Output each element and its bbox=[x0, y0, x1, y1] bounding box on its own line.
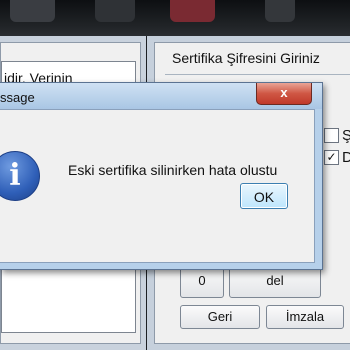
option-checkbox-2-label: D bbox=[342, 149, 350, 166]
option-checkbox-1-label: Ş bbox=[342, 127, 350, 144]
taskbar-thumbnail bbox=[95, 0, 135, 22]
close-icon: x bbox=[280, 85, 288, 100]
dialog-close-button[interactable]: x bbox=[256, 83, 312, 105]
checkmark-icon: ✓ bbox=[326, 150, 337, 164]
dialog-message: Eski sertifika silinirken hata olustu bbox=[68, 162, 278, 178]
back-button[interactable]: Geri bbox=[180, 305, 260, 329]
dialog-title: ssage bbox=[0, 90, 35, 105]
taskbar-thumbnail bbox=[10, 0, 55, 22]
taskbar-thumbnail bbox=[265, 0, 295, 22]
option-checkbox-1[interactable] bbox=[324, 128, 339, 143]
ok-button[interactable]: OK bbox=[240, 183, 288, 209]
sign-button[interactable]: İmzala bbox=[266, 305, 344, 329]
title-separator bbox=[165, 74, 350, 75]
option-checkbox-2[interactable]: ✓ bbox=[324, 150, 339, 165]
certificate-password-title: Sertifika Şifresini Giriniz bbox=[172, 50, 320, 66]
taskbar-thumbnail bbox=[170, 0, 215, 22]
info-icon: i bbox=[0, 151, 40, 201]
taskbar-strip bbox=[0, 0, 350, 36]
message-dialog: ssage x i Eski sertifika silinirken hata… bbox=[0, 82, 323, 270]
dialog-titlebar[interactable]: ssage x bbox=[0, 83, 322, 109]
